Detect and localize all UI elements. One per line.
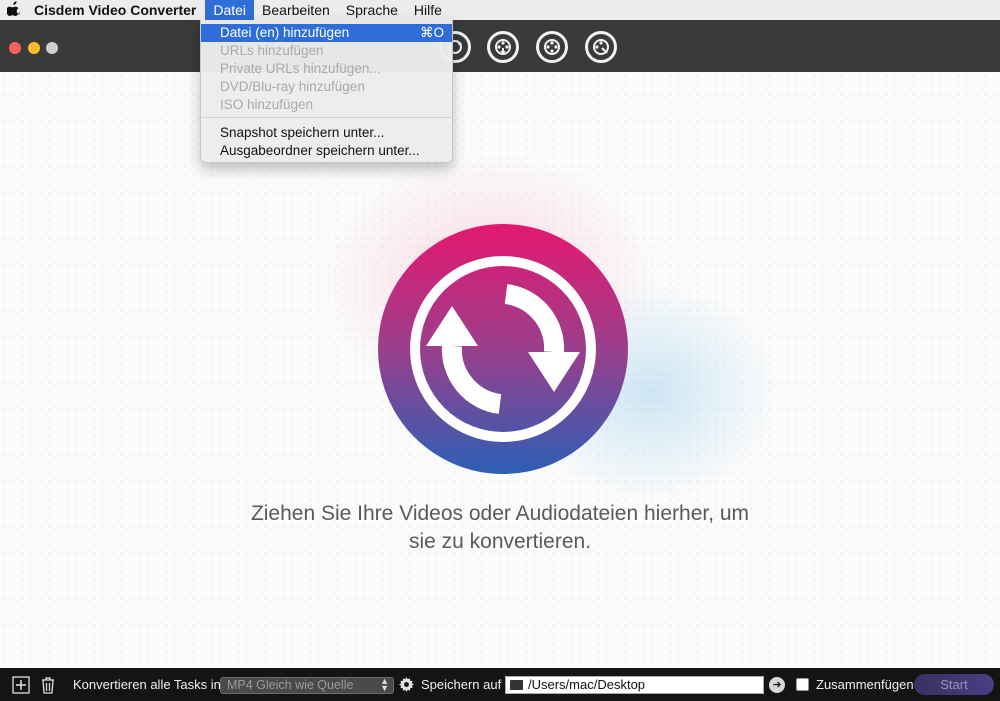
select-arrows-icon: ▲ ▼ xyxy=(380,676,389,693)
delete-button[interactable] xyxy=(40,676,56,697)
merge-label: Zusammenfügen xyxy=(816,677,914,692)
menu-item-add-private-urls: Private URLs hinzufügen... xyxy=(220,61,381,76)
film-reel-edit-icon xyxy=(544,39,560,55)
add-file-button[interactable] xyxy=(12,676,30,697)
film-reel-download-icon xyxy=(495,39,511,55)
close-window-button[interactable] xyxy=(9,42,21,54)
drop-area[interactable]: Ziehen Sie Ihre Videos oder Audiodateien… xyxy=(0,72,1000,668)
rip-tool-button[interactable] xyxy=(585,31,617,63)
save-to-label: Speichern auf xyxy=(421,677,502,692)
menu-datei[interactable]: Datei xyxy=(205,0,255,20)
menu-hilfe[interactable]: Hilfe xyxy=(406,0,450,20)
menu-sprache[interactable]: Sprache xyxy=(338,0,406,20)
output-format-select[interactable]: MP4 Gleich wie Quelle ▲ ▼ xyxy=(220,677,394,694)
window-toolbar xyxy=(0,20,1000,72)
menu-item-add-urls: URLs hinzufügen xyxy=(220,43,324,58)
edit-tool-button[interactable] xyxy=(536,31,568,63)
settings-button[interactable] xyxy=(399,677,414,695)
apple-menu-icon[interactable] xyxy=(0,1,22,19)
menu-item-add-files-shortcut: ⌘O xyxy=(419,25,444,40)
drop-instructions: Ziehen Sie Ihre Videos oder Audiodateien… xyxy=(240,500,760,556)
drop-instructions-line2: sie zu konvertieren. xyxy=(408,530,592,553)
output-format-value: MP4 Gleich wie Quelle xyxy=(227,678,354,692)
minimize-window-button[interactable] xyxy=(28,42,40,54)
convert-logo-icon xyxy=(378,224,628,474)
bottom-bar: Konvertieren alle Tasks in MP4 Gleich wi… xyxy=(0,668,1000,701)
menu-item-save-snapshot[interactable]: Snapshot speichern unter... xyxy=(201,124,452,142)
output-path-value: /Users/mac/Desktop xyxy=(528,677,646,692)
menu-bearbeiten[interactable]: Bearbeiten xyxy=(254,0,338,20)
menu-item-add-dvd-bluray: DVD/Blu-ray hinzufügen xyxy=(220,79,365,94)
open-folder-arrow-button[interactable]: ➜ xyxy=(769,677,785,693)
folder-icon xyxy=(510,680,523,690)
menu-app-name[interactable]: Cisdem Video Converter xyxy=(22,2,205,18)
drop-instructions-line1: Ziehen Sie Ihre Videos oder Audiodateien… xyxy=(250,502,750,525)
menu-item-add-files-label: Datei (en) hinzufügen xyxy=(220,25,350,40)
menu-bar: Cisdem Video Converter Datei Bearbeiten … xyxy=(0,0,1000,20)
gear-icon xyxy=(399,677,414,692)
merge-checkbox[interactable] xyxy=(796,678,809,691)
menu-item-add-iso: ISO hinzufügen xyxy=(220,97,314,112)
download-tool-button[interactable] xyxy=(487,31,519,63)
datei-dropdown-menu: Datei (en) hinzufügen ⌘O URLs hinzufügen… xyxy=(200,20,453,163)
zoom-window-button[interactable] xyxy=(46,42,58,54)
menu-separator xyxy=(201,117,452,118)
start-button[interactable]: Start xyxy=(914,674,994,695)
convert-all-label: Konvertieren alle Tasks in xyxy=(73,677,221,692)
menu-item-save-output-folder[interactable]: Ausgabeordner speichern unter... xyxy=(201,142,452,160)
film-reel-wand-icon xyxy=(593,39,609,55)
plus-icon xyxy=(12,676,30,694)
trash-icon xyxy=(42,677,54,694)
output-path-field[interactable]: /Users/mac/Desktop xyxy=(505,676,764,694)
menu-item-add-files[interactable]: Datei (en) hinzufügen ⌘O xyxy=(201,24,452,42)
